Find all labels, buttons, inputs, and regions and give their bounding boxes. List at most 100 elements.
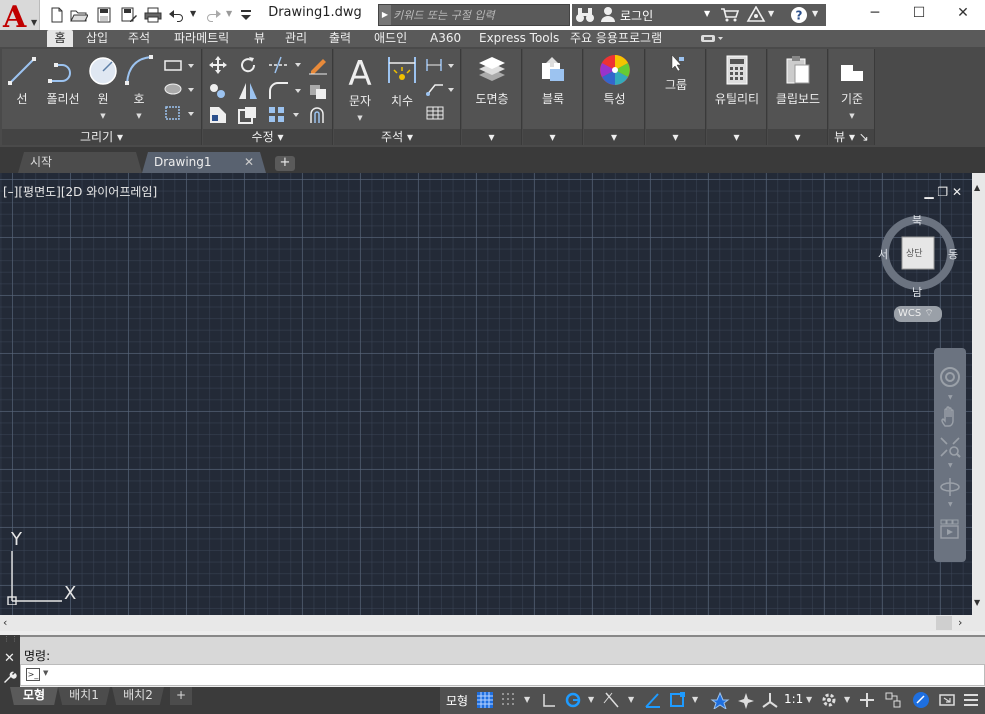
modify-panel-label[interactable]: 수정 ▾	[203, 129, 332, 145]
groups-panel-dropdown[interactable]: ▾	[646, 129, 705, 145]
osnap-dropdown-icon[interactable]: ▼	[692, 695, 698, 704]
offset-icon[interactable]	[307, 105, 329, 125]
layers-tool[interactable]: 도면층	[468, 53, 516, 107]
layers-panel-dropdown[interactable]: ▾	[462, 129, 521, 145]
annotation-panel-label[interactable]: 주석 ▾	[334, 129, 460, 145]
arc-tool[interactable]: 호 ▼	[122, 53, 156, 121]
command-input[interactable]	[53, 667, 953, 683]
arc-dropdown-icon[interactable]: ▼	[136, 112, 141, 120]
block-tool[interactable]: 블록	[529, 53, 577, 107]
viewcube-face-top[interactable]: 상단	[906, 246, 923, 259]
isolate-objects-icon[interactable]	[912, 691, 930, 709]
viewcube[interactable]: 북 남 동 서 상단 WCS ⌔	[870, 208, 964, 328]
explode-icon[interactable]	[307, 81, 329, 101]
ribbon-toggle-icon[interactable]	[700, 33, 724, 44]
zoom-extents-icon[interactable]	[939, 436, 961, 458]
horizontal-scroll-thumb[interactable]	[936, 616, 952, 630]
array-icon[interactable]	[267, 105, 303, 125]
copy-icon[interactable]	[207, 81, 229, 101]
block-panel-dropdown[interactable]: ▾	[523, 129, 582, 145]
table-icon[interactable]	[424, 105, 456, 121]
clipboard-tool[interactable]: 클립보드	[770, 53, 826, 107]
rectangle-icon[interactable]	[162, 57, 196, 73]
trim-icon[interactable]	[267, 55, 303, 75]
command-line-grip[interactable]: ⋮⋮⋮ ✕	[0, 635, 26, 687]
isometric-dropdown-icon[interactable]: ▼	[628, 695, 634, 704]
login-dropdown-icon[interactable]: ▼	[704, 9, 710, 18]
tab-annotate[interactable]: 주석	[128, 30, 150, 47]
add-layout-button[interactable]: +	[170, 687, 192, 705]
annotation-scale-value[interactable]: 1:1	[784, 692, 803, 706]
rotate-icon[interactable]	[237, 55, 259, 75]
model-space-button[interactable]: 모형	[446, 692, 468, 709]
undo-dropdown-icon[interactable]: ▼	[190, 9, 196, 18]
showmotion-icon[interactable]	[939, 518, 961, 540]
annotation-visibility-icon[interactable]	[710, 691, 730, 709]
layout-tab-layout2[interactable]: 배치2	[112, 687, 164, 705]
orbit-icon[interactable]	[939, 476, 961, 498]
workspace-dropdown-icon[interactable]: ▼	[844, 695, 850, 704]
login-area[interactable]: 로그인 ▼	[572, 4, 716, 26]
file-tab-start[interactable]: 시작	[18, 152, 142, 173]
layout-tab-layout1[interactable]: 배치1	[58, 687, 110, 705]
login-label[interactable]: 로그인	[620, 7, 653, 24]
new-tab-button[interactable]: +	[275, 156, 295, 171]
linear-dim-icon[interactable]	[424, 57, 456, 73]
properties-tool[interactable]: 특성	[590, 53, 639, 107]
redo-icon[interactable]	[204, 7, 222, 23]
circle-tool[interactable]: 원 ▼	[86, 53, 120, 121]
viewport-controls-label[interactable]: [–][평면도][2D 와이어프레임]	[3, 183, 157, 200]
viewcube-east[interactable]: 동	[948, 246, 958, 262]
isometric-drafting-icon[interactable]	[602, 691, 624, 709]
search-box[interactable]: ▶	[378, 4, 570, 26]
polar-tracking-icon[interactable]	[564, 691, 582, 709]
scale-icon[interactable]	[237, 105, 259, 125]
text-tool[interactable]: A 문자 ▼	[340, 53, 380, 123]
command-input-row[interactable]: >_ ▼	[20, 664, 985, 686]
hatch-icon[interactable]	[162, 81, 196, 97]
a360-dropdown-icon[interactable]: ▼	[768, 9, 774, 18]
customization-menu-icon[interactable]	[962, 691, 980, 709]
text-dropdown-icon[interactable]: ▼	[357, 114, 362, 122]
properties-panel-dropdown[interactable]: ▾	[584, 129, 644, 145]
tab-manage[interactable]: 관리	[285, 30, 307, 47]
minimize-button[interactable]: ─	[852, 0, 898, 30]
utilities-tool[interactable]: 유틸리티	[709, 53, 765, 107]
object-snap-icon[interactable]	[668, 691, 686, 709]
clean-screen-icon[interactable]	[938, 691, 956, 709]
close-button[interactable]: ✕	[940, 0, 985, 30]
stretch-icon[interactable]	[207, 105, 229, 125]
annotation-scale-icon[interactable]	[760, 691, 780, 709]
ortho-mode-icon[interactable]	[540, 691, 558, 709]
erase-icon[interactable]	[307, 55, 329, 75]
boundary-icon[interactable]	[162, 105, 196, 121]
viewcube-south[interactable]: 남	[912, 284, 922, 300]
fillet-icon[interactable]	[267, 81, 303, 101]
group-tool[interactable]: 그룹	[652, 53, 700, 93]
save-as-icon[interactable]	[120, 7, 138, 23]
horizontal-scrollbar[interactable]: ‹ ›	[0, 615, 985, 631]
utilities-panel-dropdown[interactable]: ▾	[707, 129, 766, 145]
scroll-up-icon[interactable]: ▲	[974, 183, 980, 192]
tab-parametric[interactable]: 파라메트릭	[174, 30, 229, 47]
steering-dropdown-icon[interactable]: ▼	[948, 394, 953, 401]
polar-dropdown-icon[interactable]: ▼	[588, 695, 594, 704]
save-icon[interactable]	[95, 7, 113, 23]
line-tool[interactable]: 선	[4, 53, 40, 107]
scale-dropdown-icon[interactable]: ▼	[806, 695, 812, 704]
scroll-left-icon[interactable]: ‹	[3, 616, 7, 629]
layout-tab-model[interactable]: 모형	[10, 687, 58, 705]
grid-display-icon[interactable]	[476, 691, 494, 709]
drawing-canvas[interactable]: [–][평면도][2D 와이어프레임] ▁ ❐ ✕ 북 남 동 서 상단 WCS…	[0, 173, 972, 615]
undo-icon[interactable]	[168, 7, 186, 23]
leader-icon[interactable]	[424, 81, 456, 97]
tab-home[interactable]: 홈	[47, 30, 73, 47]
a360-icon[interactable]	[746, 6, 766, 23]
move-icon[interactable]	[207, 55, 229, 75]
view-panel-label[interactable]: 뷰 ▾ ↘	[829, 129, 874, 145]
units-icon[interactable]	[884, 691, 902, 709]
annotation-monitor-plus-icon[interactable]	[858, 691, 876, 709]
command-prompt-icon[interactable]: >_	[26, 668, 40, 681]
viewport-window-controls[interactable]: ▁ ❐ ✕	[924, 185, 962, 199]
file-tab-drawing1[interactable]: Drawing1 ✕	[142, 152, 266, 173]
